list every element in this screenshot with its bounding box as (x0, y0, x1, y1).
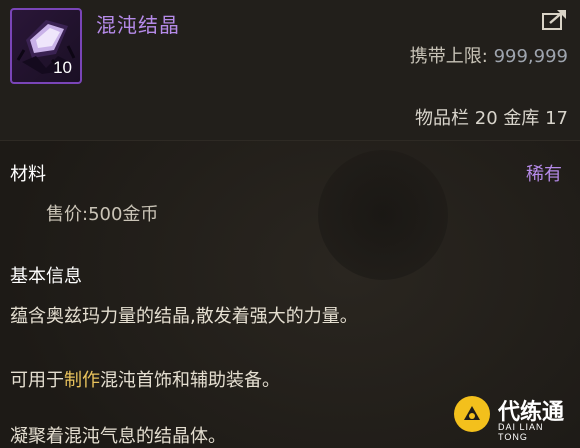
watermark: 代练通 DAI LIAN TONG (454, 392, 574, 442)
crystal-item-icon[interactable]: 10 (10, 8, 82, 84)
watermark-subtext: DAI LIAN TONG (498, 422, 544, 442)
crafting-link[interactable]: 制作 (64, 370, 100, 391)
storage-counts: 物品栏 20 金库 17 (415, 108, 568, 129)
item-tooltip-panel: 10 混沌结晶 携带上限: 999,999 物品栏 20 金库 17 材料 稀有… (0, 0, 580, 448)
carry-limit-label: 携带上限: (409, 46, 488, 67)
description-line-2: 可用于制作混沌首饰和辅助装备。 (10, 366, 280, 392)
description-line-1: 蕴含奥兹玛力量的结晶,散发着强大的力量。 (10, 306, 358, 327)
carry-limit-value: 999,999 (493, 46, 568, 67)
sell-price: 售价:500金币 (46, 204, 159, 225)
item-quantity: 10 (53, 58, 72, 77)
materials-title: 材料 (10, 164, 46, 185)
basic-info-title: 基本信息 (10, 266, 82, 287)
rarity-badge: 稀有 (526, 164, 562, 185)
divider (0, 140, 580, 141)
description-line-2-suffix: 混沌首饰和辅助装备。 (100, 370, 280, 391)
background-orb (318, 150, 448, 280)
share-icon[interactable] (540, 8, 568, 32)
description-line-3: 凝聚着混沌气息的结晶体。 (10, 426, 226, 447)
carry-limit: 携带上限: 999,999 (410, 42, 568, 68)
item-name: 混沌结晶 (96, 13, 180, 37)
watermark-logo-icon (454, 396, 490, 432)
description-line-2-prefix: 可用于 (10, 370, 64, 391)
